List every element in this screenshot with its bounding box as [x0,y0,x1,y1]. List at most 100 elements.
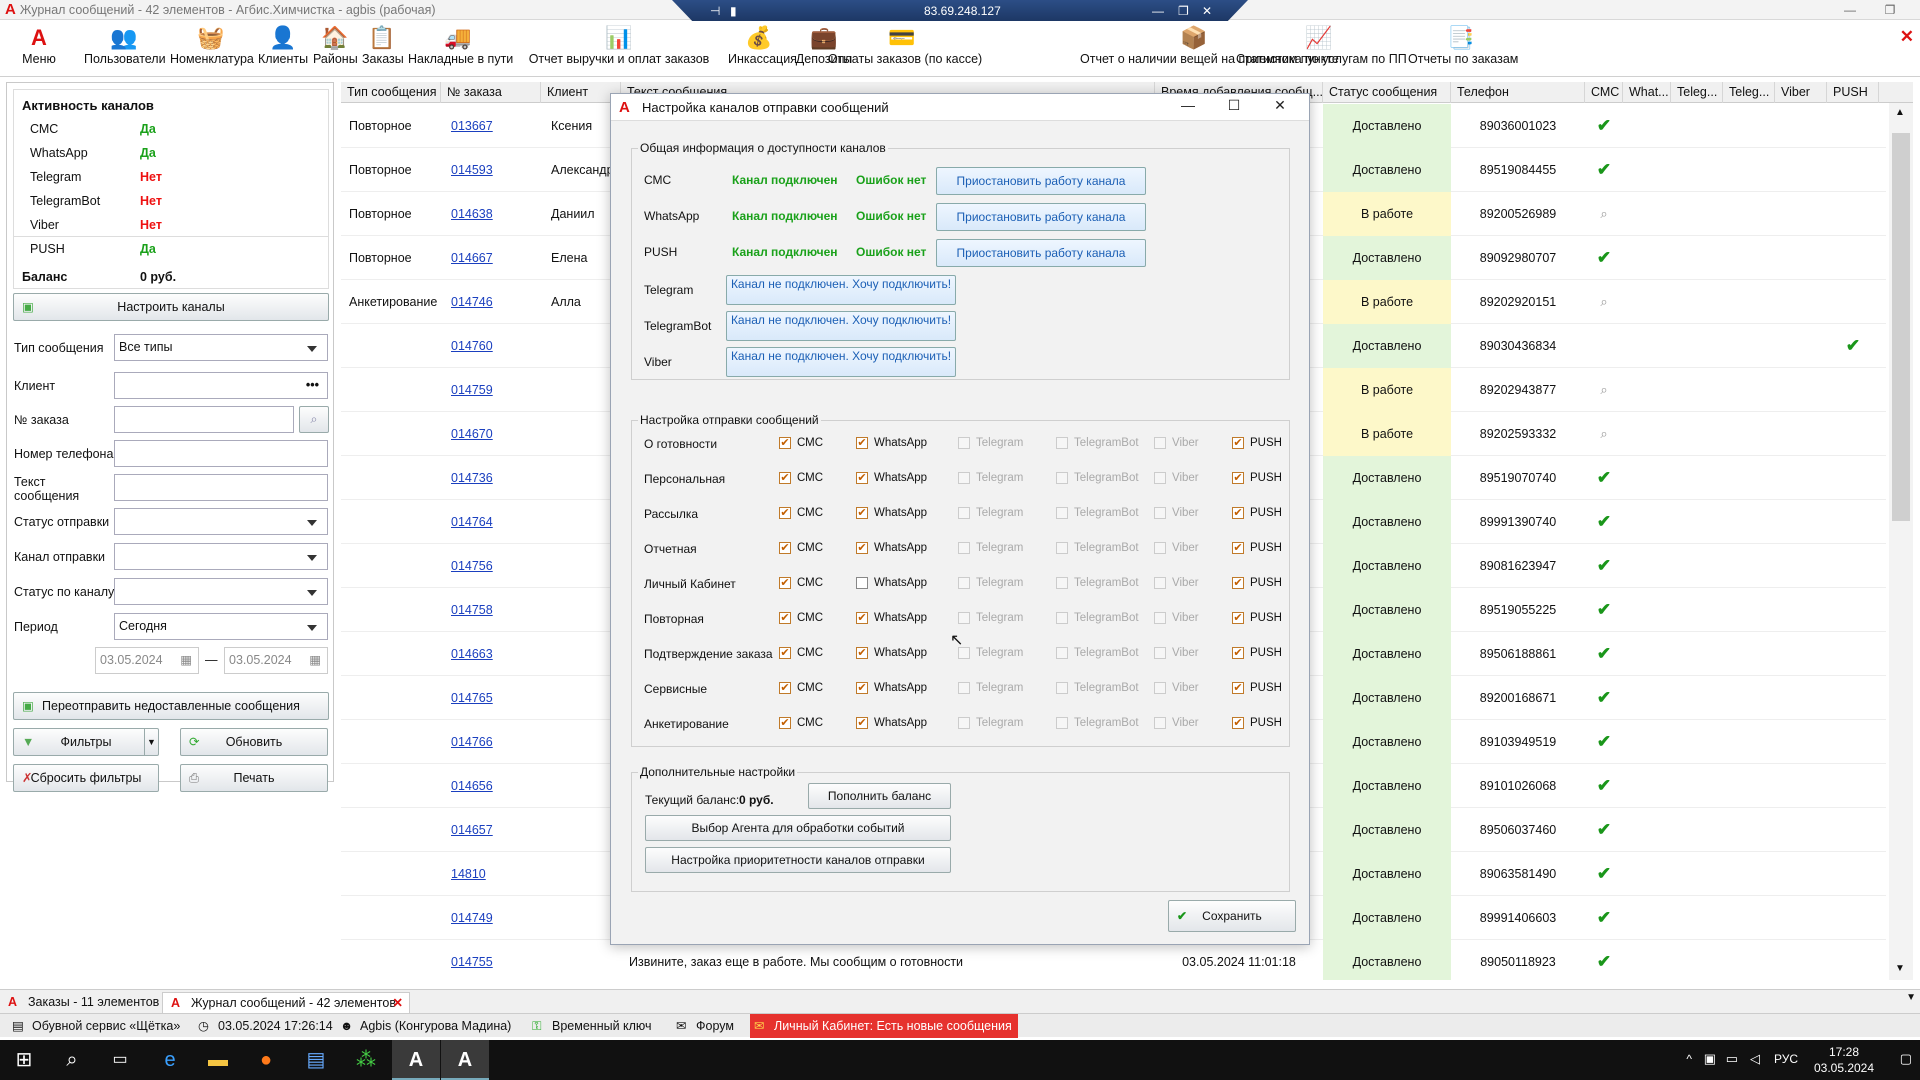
dialog-close-icon[interactable]: ✕ [1264,97,1296,114]
order-link[interactable]: 014765 [451,691,493,705]
send-checkbox[interactable]: ✔ [856,717,868,729]
toolbar-waybills-button[interactable]: 🚚 Накладные в пути [408,23,513,75]
order-link[interactable]: 014758 [451,603,493,617]
order-input[interactable] [114,406,294,433]
order-link[interactable]: 014593 [451,163,493,177]
column-header[interactable]: № заказа [441,82,541,103]
pin-icon[interactable]: ⊣ [710,4,720,18]
windows-start-icon[interactable]: ⊞ [0,1040,48,1080]
ellipsis-icon[interactable]: ••• [306,373,319,398]
order-link[interactable]: 014755 [451,955,493,969]
maximize-icon[interactable]: ❐ [1870,0,1910,20]
send-checkbox[interactable]: ✔ [779,472,791,484]
column-header[interactable]: Teleg... [1723,82,1775,103]
send-checkbox[interactable]: ✔ [1232,542,1244,554]
order-link[interactable]: 14810 [451,867,486,881]
status-lk-alert[interactable]: ✉ Личный Кабинет: Есть новые сообщения [750,1014,1018,1038]
rdp-close-icon[interactable]: ✕ [1202,4,1212,18]
calendar-icon[interactable]: ▦ [309,648,321,673]
rdp-minimize-icon[interactable]: — [1152,4,1164,18]
toolbar-nomenclature-button[interactable]: 🧺 Номенклатура [170,23,254,75]
tabs-menu-icon[interactable]: ▼ [1906,992,1916,1003]
rdp-restore-icon[interactable]: ❐ [1178,4,1189,18]
toolbar-revenue-report-button[interactable]: 📊 Отчет выручки и оплат заказов [516,23,722,75]
tray-clock[interactable]: 17:28 03.05.2024 [1804,1044,1884,1076]
refresh-button[interactable]: ⟳ Обновить [180,728,328,756]
order-link[interactable]: 014759 [451,383,493,397]
grid-scrollbar[interactable]: ▲ ▼ [1889,103,1913,980]
toolbar-close-icon[interactable]: ✕ [1900,27,1914,47]
agbis-taskbar-icon-active[interactable]: A [441,1040,489,1080]
connect-channel-button[interactable]: Канал не подключен. Хочу подключить! [726,347,956,377]
send-checkbox[interactable]: ✔ [1232,612,1244,624]
column-header[interactable]: Статус сообщения [1323,82,1451,103]
dialog-maximize-icon[interactable]: ☐ [1218,97,1250,114]
order-link[interactable]: 014749 [451,911,493,925]
reset-filters-button[interactable]: ✗ Сбросить фильтры [13,764,159,792]
send-checkbox[interactable]: ✔ [779,682,791,694]
toolbar-users-button[interactable]: 👥 Пользователи [84,23,166,75]
phone-input[interactable] [114,440,328,467]
send-checkbox[interactable]: ✔ [856,647,868,659]
status-forum[interactable]: ✉ Форум [672,1014,734,1038]
column-header[interactable]: PUSH [1827,82,1879,103]
order-link[interactable]: 014663 [451,647,493,661]
toolbar-order-payments-button[interactable]: 💳 Оплаты заказов (по кассе) [828,23,982,75]
column-header[interactable]: Тип сообщения [341,82,441,103]
app-window-icon[interactable]: ▤ [292,1040,340,1080]
send-checkbox[interactable]: ✔ [856,472,868,484]
send-checkbox[interactable]: ✔ [1232,682,1244,694]
status-key[interactable]: ⚿ Временный ключ [528,1014,652,1038]
notifications-icon[interactable]: ▢ [1900,1051,1912,1067]
column-header[interactable]: СМС [1585,82,1623,103]
order-link[interactable]: 014657 [451,823,493,837]
send-checkbox[interactable]: ✔ [856,542,868,554]
agent-select-button[interactable]: Выбор Агента для обработки событий [645,815,951,841]
tray-app-icon[interactable]: ▣ [1704,1051,1716,1067]
table-row[interactable]: 014755 Извините, заказ еще в работе. Мы … [341,940,1886,980]
toolbar-clients-button[interactable]: 👤 Клиенты [258,23,308,75]
search-icon[interactable]: ⌕ [48,1040,96,1080]
channel-status-select[interactable] [114,578,328,605]
send-checkbox[interactable]: ✔ [1232,717,1244,729]
calendar-icon[interactable]: ▦ [180,648,192,673]
column-header[interactable]: What... [1623,82,1671,103]
column-header[interactable]: Клиент [541,82,621,103]
scroll-up-icon[interactable]: ▲ [1895,107,1905,118]
send-checkbox[interactable]: ✔ [1232,577,1244,589]
send-checkbox[interactable]: ✔ [779,717,791,729]
folder-icon[interactable]: ▬ [194,1040,242,1080]
toolbar-orders-button[interactable]: 📋 Заказы [362,23,404,75]
order-link[interactable]: 014656 [451,779,493,793]
pause-channel-button[interactable]: Приостановить работу канала [936,203,1146,231]
order-link[interactable]: 014760 [451,339,493,353]
tab-close-icon[interactable]: ✕ [393,993,403,1014]
order-link[interactable]: 014756 [451,559,493,573]
send-checkbox[interactable]: ✔ [779,542,791,554]
save-button[interactable]: ✔ Сохранить [1168,900,1296,932]
date-from-input[interactable]: 03.05.2024 ▦ [95,647,199,674]
tray-arrow-icon[interactable]: ^ [1686,1052,1692,1066]
toolbar-orders-reports-button[interactable]: 📑 Отчеты по заказам [1408,23,1518,75]
send-checkbox[interactable]: ✔ [856,437,868,449]
volume-icon[interactable]: ◁ [1750,1051,1760,1067]
order-link[interactable]: 014764 [451,515,493,529]
firefox-icon[interactable]: ● [242,1040,290,1080]
order-link[interactable]: 014638 [451,207,493,221]
order-search-button[interactable]: ⌕ [299,406,329,433]
send-checkbox[interactable]: ✔ [779,612,791,624]
send-checkbox[interactable]: ✔ [856,507,868,519]
send-checkbox[interactable]: ✔ [779,507,791,519]
minimize-icon[interactable]: — [1830,0,1870,20]
configure-channels-button[interactable]: ▣ Настроить каналы [13,293,329,321]
order-link[interactable]: 014746 [451,295,493,309]
connect-channel-button[interactable]: Канал не подключен. Хочу подключить! [726,275,956,305]
print-button[interactable]: ⎙ Печать [180,764,328,792]
agbis-taskbar-icon[interactable]: A [392,1040,440,1080]
send-status-select[interactable] [114,508,328,535]
column-header[interactable]: Viber [1775,82,1827,103]
client-input[interactable]: ••• [114,372,328,399]
tab-message-log[interactable]: A Журнал сообщений - 42 элементов ✕ [162,992,410,1013]
scrollbar-thumb[interactable] [1892,133,1910,521]
tab-orders[interactable]: A Заказы - 11 элементов [0,992,160,1013]
